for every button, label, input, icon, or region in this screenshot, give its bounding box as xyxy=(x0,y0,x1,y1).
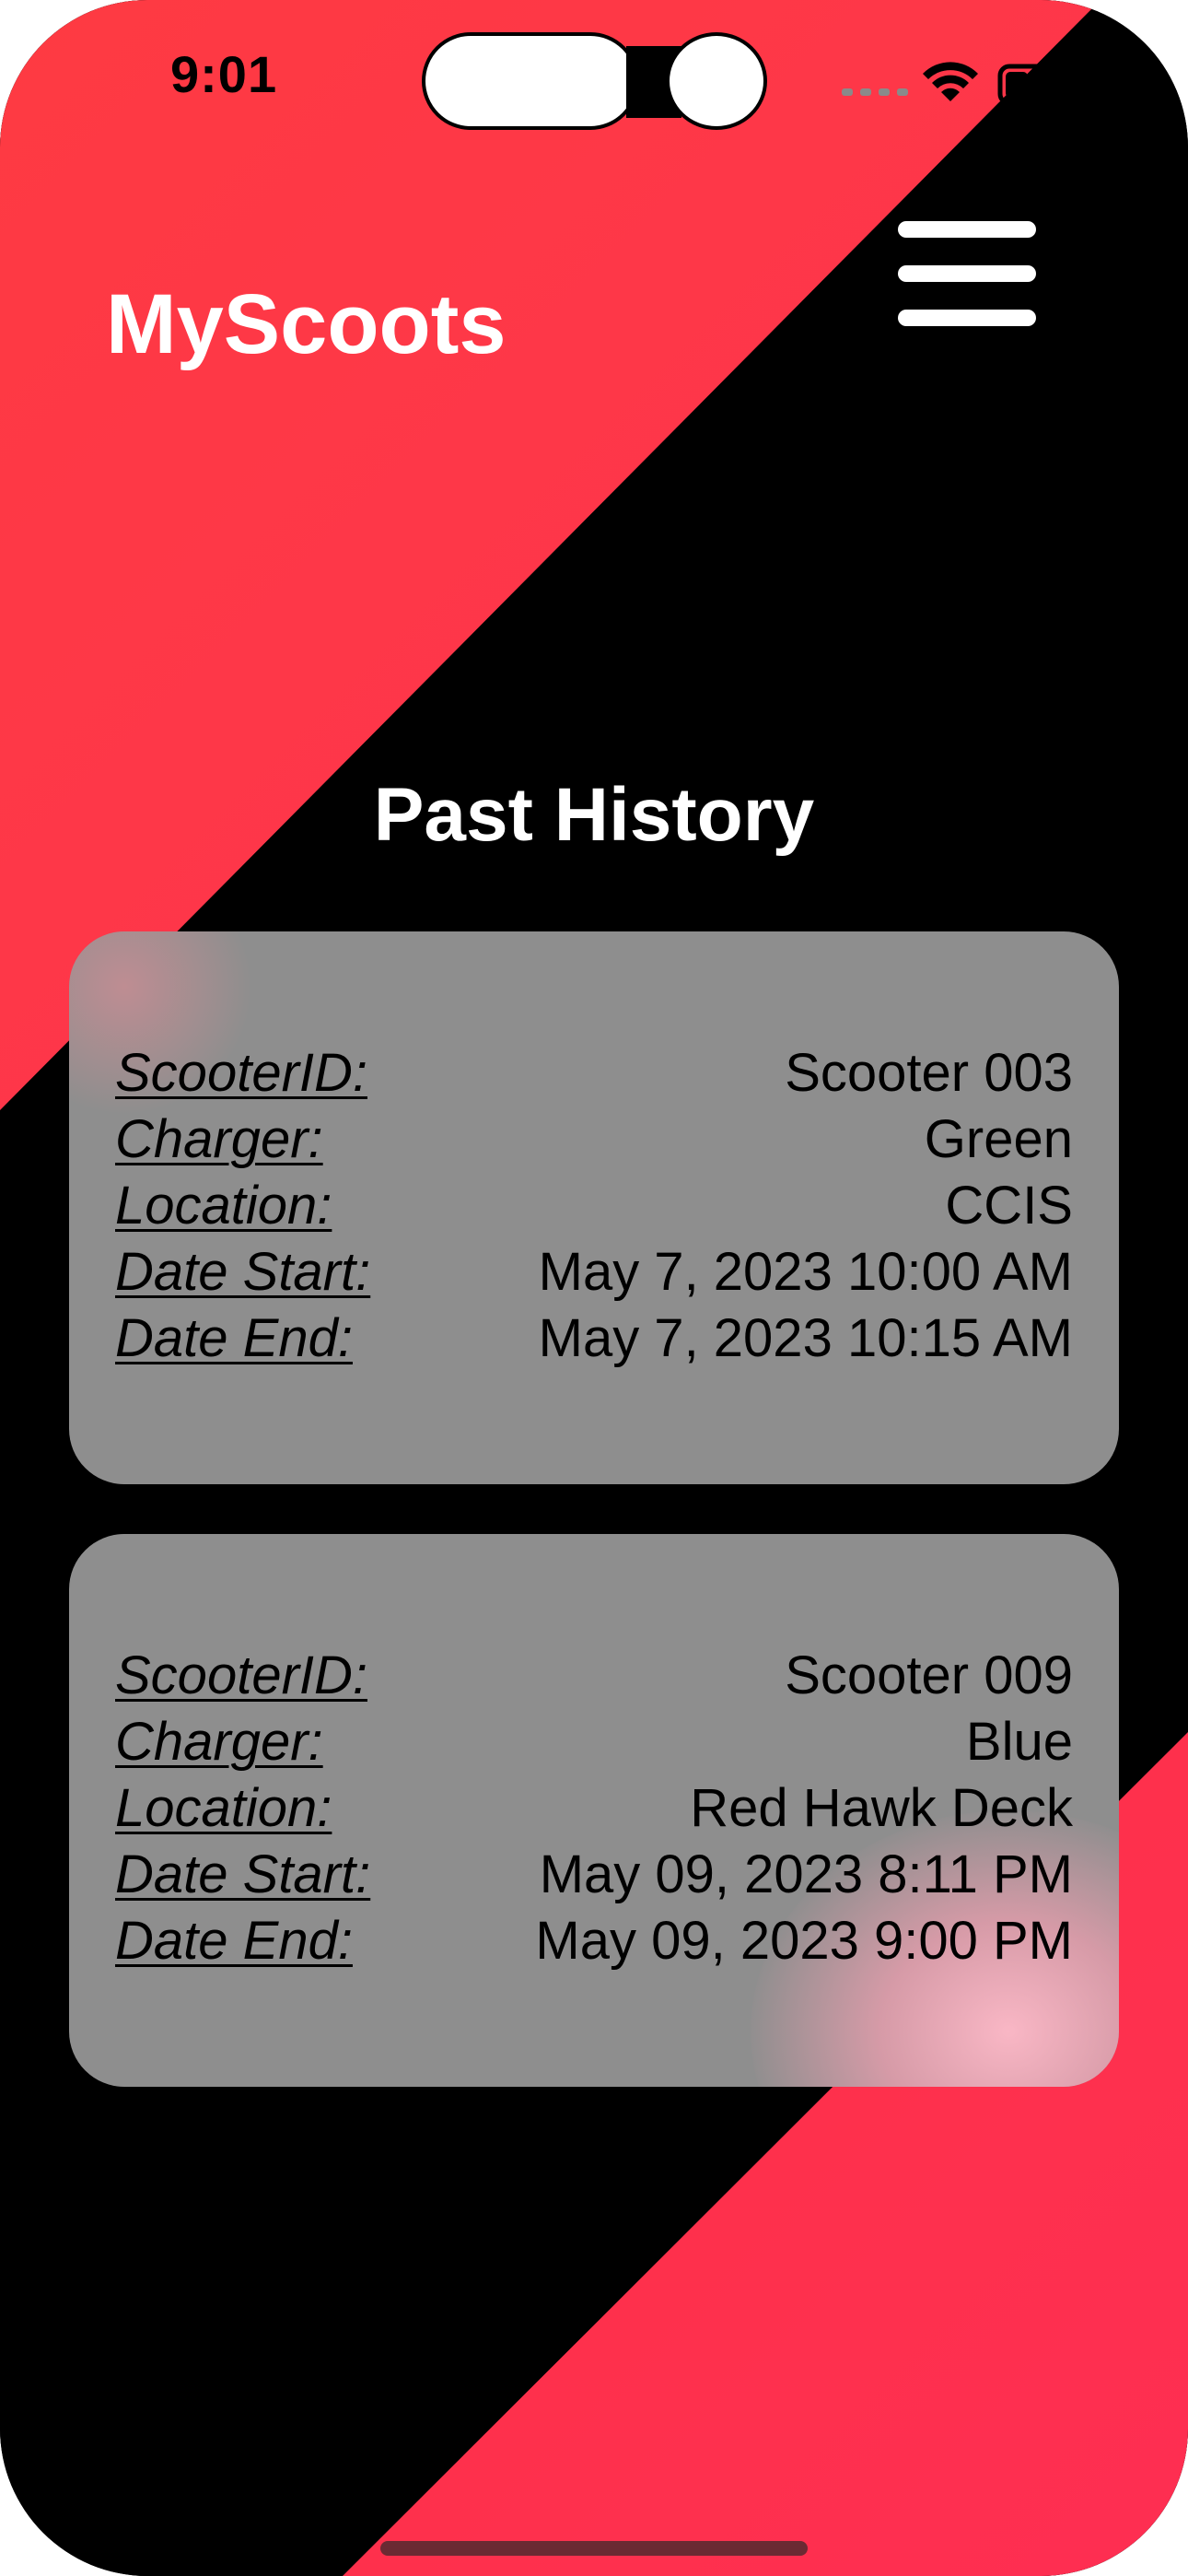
wifi-icon xyxy=(923,62,978,101)
status-time: 9:01 xyxy=(170,45,278,103)
menu-bar-middle xyxy=(898,265,1036,282)
date-end-row: Date End: May 09, 2023 9:00 PM xyxy=(115,1910,1073,1976)
charger-value: Blue xyxy=(965,1712,1073,1772)
location-value: Red Hawk Deck xyxy=(690,1778,1073,1838)
date-end-label: Date End: xyxy=(115,1308,353,1368)
status-bar: 9:01 xyxy=(0,0,1188,147)
location-row: Location: CCIS xyxy=(115,1175,1073,1241)
date-start-value: May 7, 2023 10:00 AM xyxy=(538,1242,1073,1302)
date-start-label: Date Start: xyxy=(115,1844,371,1904)
charger-label: Charger: xyxy=(115,1712,323,1772)
section-title: Past History xyxy=(373,773,815,857)
date-start-row: Date Start: May 09, 2023 8:11 PM xyxy=(115,1844,1073,1910)
signal-icon xyxy=(842,88,908,96)
dynamic-island-camera xyxy=(666,32,767,130)
menu-bar-bottom xyxy=(898,310,1036,326)
history-card[interactable]: ScooterID: Scooter 003 Charger: Green Lo… xyxy=(69,931,1119,1484)
scooter-id-label: ScooterID: xyxy=(115,1043,367,1103)
history-card[interactable]: ScooterID: Scooter 009 Charger: Blue Loc… xyxy=(69,1534,1119,2087)
history-card-rows: ScooterID: Scooter 003 Charger: Green Lo… xyxy=(115,1042,1073,1374)
location-value: CCIS xyxy=(945,1176,1073,1235)
charger-value: Green xyxy=(924,1109,1073,1169)
history-card-rows: ScooterID: Scooter 009 Charger: Blue Loc… xyxy=(115,1645,1073,1976)
home-indicator[interactable] xyxy=(380,2541,808,2556)
scooter-id-value: Scooter 009 xyxy=(785,1645,1073,1705)
dynamic-island-pill xyxy=(422,32,639,130)
charger-label: Charger: xyxy=(115,1109,323,1169)
date-end-row: Date End: May 7, 2023 10:15 AM xyxy=(115,1307,1073,1374)
battery-icon xyxy=(997,64,1049,106)
date-end-value: May 09, 2023 9:00 PM xyxy=(535,1911,1073,1971)
date-end-value: May 7, 2023 10:15 AM xyxy=(538,1308,1073,1368)
location-label: Location: xyxy=(115,1176,332,1235)
status-icons xyxy=(842,62,1049,106)
scooter-id-row: ScooterID: Scooter 009 xyxy=(115,1645,1073,1711)
date-end-label: Date End: xyxy=(115,1911,353,1971)
app-title: MyScoots xyxy=(106,277,507,371)
phone-screen: 9:01 MyScoots Past History ScooterID: Sc… xyxy=(0,0,1188,2576)
hamburger-menu-icon[interactable] xyxy=(898,219,1041,334)
charger-row: Charger: Blue xyxy=(115,1711,1073,1777)
scooter-id-row: ScooterID: Scooter 003 xyxy=(115,1042,1073,1108)
scooter-id-label: ScooterID: xyxy=(115,1645,367,1705)
scooter-id-value: Scooter 003 xyxy=(785,1043,1073,1103)
menu-bar-top xyxy=(898,221,1036,238)
charger-row: Charger: Green xyxy=(115,1108,1073,1175)
date-start-row: Date Start: May 7, 2023 10:00 AM xyxy=(115,1241,1073,1307)
date-start-value: May 09, 2023 8:11 PM xyxy=(539,1844,1073,1904)
location-label: Location: xyxy=(115,1778,332,1838)
location-row: Location: Red Hawk Deck xyxy=(115,1777,1073,1844)
date-start-label: Date Start: xyxy=(115,1242,371,1302)
